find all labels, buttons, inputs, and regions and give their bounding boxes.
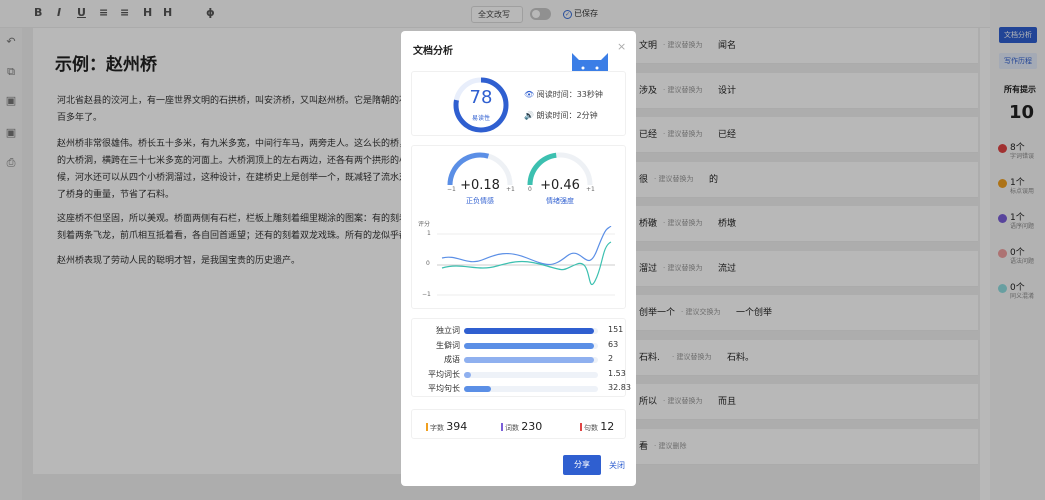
stat-label: 独立词 [436,326,460,335]
stat-bar-fill [464,371,471,378]
readability-label: 易读性 [471,115,490,122]
chart-ylabel: 评分 [418,221,431,228]
counts-card: 字数 394 词数 230 句数 12 [411,409,626,439]
stat-bar-fill [464,386,491,392]
stat-label: 生僻词 [436,340,460,350]
stat-label: 平均词长 [428,369,460,379]
intensity-min: 0 [528,186,532,193]
stat-value: 1.53 [608,368,626,378]
sentiment-min: −1 [447,186,456,193]
stat-value: 151 [608,325,624,334]
intensity-value: +0.46 [540,178,580,193]
stat-value: 32.83 [608,383,631,392]
readability-card: 78 易读性 👁 阅读时间：33秒钟 🔊 朗读时间：2分钟 [411,71,626,136]
word-stats-card: 独立词 151 生僻词 63 成语 2 平均词长 1.53 平均句长 32.83 [411,318,631,397]
chart-tick-neg1: −1 [422,291,431,298]
stat-bar-track [464,371,598,378]
count-marker-icon [580,423,582,431]
modal-title: 文档分析 [413,46,453,57]
intensity-label: 情绪强度 [546,197,574,205]
count-marker-icon [501,423,503,431]
sentiment-label: 正负情感 [466,197,494,205]
sentiment-card: +0.18 正负情感 −1 +1 +0.46 情绪强度 0 +1 评分 1 0 … [411,145,626,309]
stat-bar-fill [464,342,594,349]
count-item: 字数 394 [426,420,467,433]
count-item: 词数 230 [501,420,542,433]
stat-value: 2 [608,354,614,363]
chart-tick-0: 0 [426,260,430,267]
analysis-modal: 文档分析 × 78 易读性 👁 阅读时间：33秒钟 🔊 朗读时间：2分钟 +0.… [401,31,636,486]
stat-label: 成语 [444,355,460,364]
chart-tick-1: 1 [427,230,431,237]
sentiment-series-line [441,226,612,266]
readability-score: 78 [469,87,493,108]
stat-bar-fill [464,328,594,334]
close-button[interactable]: 关闭 [609,460,625,471]
speaker-icon: 🔊 [524,111,537,120]
count-marker-icon [426,423,428,431]
share-button[interactable]: 分享 [563,455,601,475]
stat-value: 63 [608,339,619,349]
count-item: 句数 12 [580,420,614,433]
intensity-max: +1 [586,186,595,193]
stat-label: 平均句长 [428,384,460,393]
read-time: 👁 阅读时间：33秒钟 [524,90,603,99]
intensity-series-line [441,241,612,285]
sentiment-line-chart [437,226,615,296]
close-icon[interactable]: × [617,40,626,53]
sentiment-max: +1 [506,186,515,193]
speak-time: 🔊 朗读时间：2分钟 [524,111,598,120]
eye-icon: 👁 [524,90,537,99]
stat-bar-fill [464,357,594,363]
sentiment-value: +0.18 [460,178,500,193]
